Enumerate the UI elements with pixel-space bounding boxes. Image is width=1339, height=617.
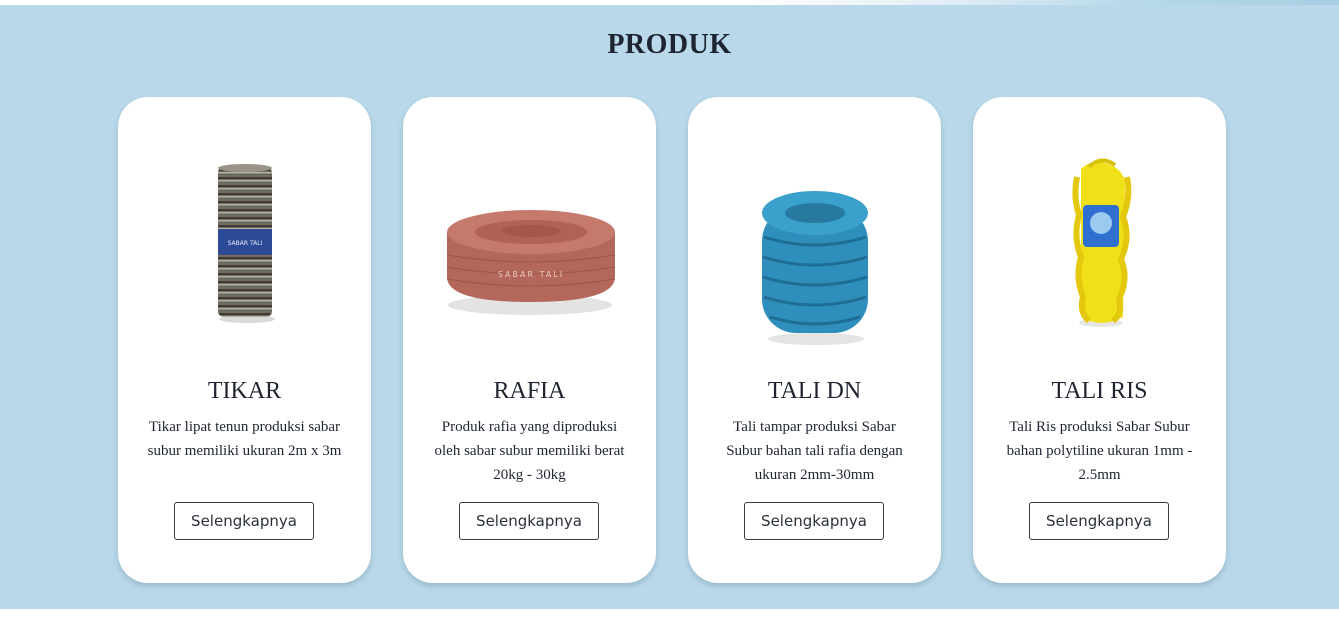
rope-coil-icon xyxy=(762,191,868,345)
product-title: TALI DN xyxy=(767,378,862,404)
section-title: PRODUK xyxy=(607,29,732,60)
yellow-rope-bundle-icon xyxy=(1072,158,1132,327)
selengkapnya-button[interactable]: Selengkapnya xyxy=(744,502,884,540)
product-title: RAFIA xyxy=(493,378,566,404)
product-description: Tikar lipat tenun produksi sabar subur m… xyxy=(147,419,342,459)
mat-label-text: SABAR TALI xyxy=(228,240,263,247)
product-image-tikar: SABAR TALI xyxy=(118,137,371,377)
product-card-tali-dn: TALI DN Tali tampar produksi Sabar Subur… xyxy=(688,97,941,583)
product-image-tali-dn xyxy=(688,137,941,377)
product-description: Tali tampar produksi Sabar Subur bahan t… xyxy=(726,419,903,483)
product-description: Produk rafia yang diproduksi oleh sabar … xyxy=(434,419,625,483)
product-card-tikar: SABAR TALI TIKAR Tikar lipat tenun produ… xyxy=(118,97,371,583)
selengkapnya-button[interactable]: Selengkapnya xyxy=(459,502,599,540)
products-section: PRODUK SABAR TALI TIKAR Tikar lipat tenu… xyxy=(0,5,1339,609)
product-title: TALI RIS xyxy=(1051,378,1148,404)
rolled-mat-icon: SABAR TALI xyxy=(218,164,275,323)
product-image-tali-ris xyxy=(973,137,1226,377)
selengkapnya-button[interactable]: Selengkapnya xyxy=(1029,502,1169,540)
product-title: TIKAR xyxy=(207,378,282,404)
raffia-roll-icon: SABAR TALI xyxy=(446,210,616,315)
product-card-tali-ris: TALI RIS Tali Ris produksi Sabar Subur b… xyxy=(973,97,1226,583)
product-card-rafia: SABAR TALI RAFIA Produk rafia yang dipro… xyxy=(403,97,656,583)
product-description: Tali Ris produksi Sabar Subur bahan poly… xyxy=(1006,419,1193,483)
product-image-rafia: SABAR TALI xyxy=(403,137,656,377)
raffia-label-text: SABAR TALI xyxy=(498,270,564,279)
selengkapnya-button[interactable]: Selengkapnya xyxy=(174,502,314,540)
